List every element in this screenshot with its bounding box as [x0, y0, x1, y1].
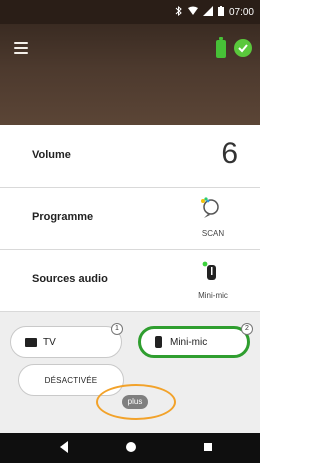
program-label: Programme	[32, 211, 94, 223]
audio-sources-row[interactable]: Sources audio Mini-mic	[0, 249, 260, 312]
status-bar: 07:00	[0, 0, 260, 24]
more-button[interactable]: plus	[122, 395, 148, 409]
bluetooth-icon	[175, 5, 183, 19]
status-icons: 07:00	[175, 5, 254, 19]
recents-icon[interactable]	[202, 440, 214, 458]
deactivate-label: DÉSACTIVÉE	[44, 375, 98, 385]
home-icon[interactable]	[125, 440, 137, 458]
mini-mic-icon	[190, 257, 232, 290]
tv-source-button[interactable]: TV 1	[10, 323, 123, 358]
time: 07:00	[228, 7, 254, 18]
volume-row[interactable]: Volume 6	[0, 125, 260, 188]
mini-mic-small-icon	[155, 336, 162, 348]
battery-icon	[217, 6, 224, 19]
volume-value: 6	[221, 137, 238, 170]
mini-mic-badge: 2	[241, 323, 253, 335]
tv-badge: 1	[111, 323, 123, 335]
check-icon	[234, 39, 252, 57]
audio-sources-value: Mini-mic	[198, 291, 228, 300]
tv-icon	[25, 337, 37, 347]
wifi-icon	[187, 6, 198, 19]
volume-label: Volume	[32, 149, 71, 161]
signal-icon	[202, 6, 213, 19]
device-battery-icon	[216, 37, 226, 58]
hamburger-icon[interactable]	[14, 42, 28, 54]
mini-mic-label: Mini-mic	[170, 336, 208, 348]
mini-mic-source-button[interactable]: Mini-mic 2	[138, 323, 253, 358]
audio-sources-label: Sources audio	[32, 273, 108, 285]
tv-label: TV	[43, 336, 56, 348]
back-icon[interactable]	[58, 440, 70, 459]
controls-list: Volume 6 Programme SCAN Sources audio Mi…	[0, 125, 260, 312]
header	[0, 24, 260, 125]
scan-program-icon	[190, 195, 232, 228]
program-row[interactable]: Programme SCAN	[0, 187, 260, 250]
android-navbar	[0, 433, 260, 463]
program-value: SCAN	[201, 229, 225, 238]
